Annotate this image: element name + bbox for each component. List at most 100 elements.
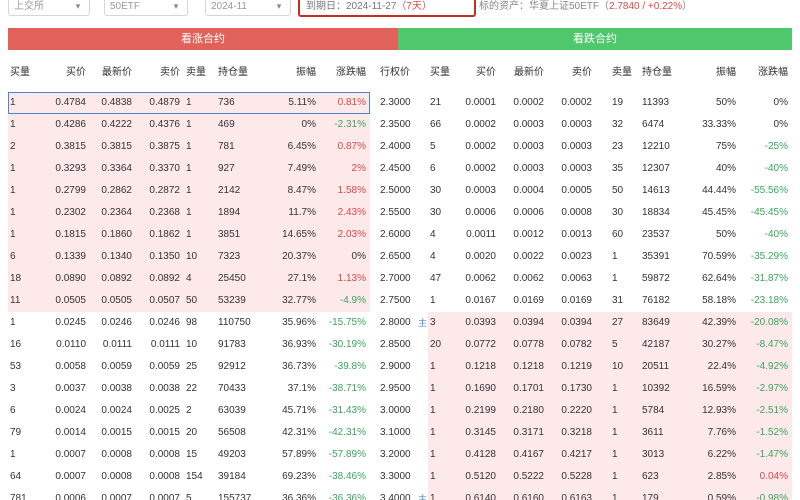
put-row[interactable]: 1 0.2199 0.2180 0.2220 1 5784 12.93% -2.51%: [428, 400, 792, 422]
put-ask-vol: 31: [612, 295, 624, 306]
put-open-interest: 10392: [642, 383, 670, 394]
put-bid-vol: 1: [430, 295, 436, 306]
month-select-value: 2024-11: [211, 1, 247, 12]
put-row[interactable]: 21 0.0001 0.0002 0.0002 19 11393 50% 0%: [428, 92, 792, 114]
call-bid-vol: 1: [10, 449, 16, 460]
strike-cell: 2.7000: [376, 268, 430, 290]
call-bid: 0.1815: [55, 229, 86, 240]
call-row[interactable]: 1 0.2799 0.2862 0.2872 1 2142 8.47% 1.58%: [8, 180, 370, 202]
call-bid: 0.0110: [56, 339, 86, 350]
put-open-interest: 623: [642, 471, 659, 482]
put-ask: 0.0169: [561, 295, 592, 306]
call-last: 0.0015: [101, 427, 132, 438]
call-row[interactable]: 781 0.0006 0.0007 0.0007 5 155737 36.36% -36.36…: [8, 488, 370, 500]
call-open-interest: 92912: [218, 361, 246, 372]
put-row[interactable]: 1 0.1218 0.1218 0.1219 10 20511 22.4% -4.92%: [428, 356, 792, 378]
call-bid-vol: 6: [10, 405, 16, 416]
put-row[interactable]: 5 0.0002 0.0003 0.0003 23 12210 75% -25%: [428, 136, 792, 158]
call-row[interactable]: 6 0.1339 0.1340 0.1350 10 7323 20.37% 0%: [8, 246, 370, 268]
call-row[interactable]: 1 0.1815 0.1860 0.1862 1 3851 14.65% 2.03%: [8, 224, 370, 246]
market-select[interactable]: 上交所 ▾: [8, 0, 90, 16]
call-amplitude: 20.37%: [282, 251, 316, 262]
call-bid: 0.0024: [55, 405, 86, 416]
put-amplitude: 7.76%: [707, 427, 736, 438]
put-row[interactable]: 20 0.0772 0.0778 0.0782 5 42187 30.27% -8.47%: [428, 334, 792, 356]
strike-cell: 2.6000: [376, 224, 430, 246]
put-change: -35.29%: [750, 251, 788, 262]
strike-price: 2.6000: [380, 229, 411, 240]
month-select[interactable]: 2024-11 ▾: [205, 0, 291, 16]
call-row[interactable]: 16 0.0110 0.0111 0.0111 10 91783 36.93% -30.19%: [8, 334, 370, 356]
underlying-close-paren: ）: [682, 1, 693, 12]
call-header-bid-vol: 买量: [10, 67, 30, 78]
put-bid: 0.4128: [465, 449, 496, 460]
call-header-amplitude: 振幅: [296, 67, 316, 78]
call-row[interactable]: 79 0.0014 0.0015 0.0015 20 56508 42.31% -42.31%: [8, 422, 370, 444]
main-contract-marker: 主: [418, 494, 428, 500]
put-row[interactable]: 1 0.0167 0.0169 0.0169 31 76182 58.18% -23.18%: [428, 290, 792, 312]
put-bid-vol: 1: [430, 405, 436, 416]
put-row[interactable]: 1 0.4128 0.4167 0.4217 1 3013 6.22% -1.47%: [428, 444, 792, 466]
put-bid: 0.0006: [465, 207, 496, 218]
call-row[interactable]: 53 0.0058 0.0059 0.0059 25 92912 36.73% -39.8%: [8, 356, 370, 378]
put-bid-vol: 47: [430, 273, 442, 284]
put-ask: 0.4217: [561, 449, 592, 460]
put-row[interactable]: 1 0.6140 0.6160 0.6163 1 179 0.59% -0.98%: [428, 488, 792, 500]
call-bid: 0.0245: [55, 317, 86, 328]
put-row[interactable]: 6 0.0002 0.0003 0.0003 35 12307 40% -40%: [428, 158, 792, 180]
put-last: 0.0394: [513, 317, 544, 328]
call-change: 2.03%: [337, 229, 366, 240]
call-row[interactable]: 1 0.3293 0.3364 0.3370 1 927 7.49% 2%: [8, 158, 370, 180]
call-bid: 0.0007: [55, 449, 86, 460]
etf-select[interactable]: 50ETF ▾: [104, 0, 188, 16]
put-ask: 0.5228: [561, 471, 592, 482]
put-bid: 0.0002: [465, 163, 496, 174]
underlying-asset-info: 标的资产：华夏上证50ETF（2.7840 / +0.22%）: [479, 0, 692, 13]
call-last: 0.0505: [101, 295, 132, 306]
call-last: 0.0024: [101, 405, 132, 416]
put-open-interest: 23537: [642, 229, 670, 240]
call-ask-vol: 2: [186, 405, 192, 416]
put-row[interactable]: 3 0.0393 0.0394 0.0394 27 83649 42.39% -20.08%: [428, 312, 792, 334]
put-bid: 0.0020: [465, 251, 496, 262]
put-row[interactable]: 47 0.0062 0.0062 0.0063 1 59872 62.64% -31.87%: [428, 268, 792, 290]
call-row[interactable]: 1 0.0007 0.0008 0.0008 15 49203 57.89% -57.89%: [8, 444, 370, 466]
put-ask: 0.3218: [561, 427, 592, 438]
strike-cell: 2.8000 主: [376, 312, 430, 334]
put-row[interactable]: 4 0.0011 0.0012 0.0013 60 23537 50% -40%: [428, 224, 792, 246]
call-row[interactable]: 1 0.4784 0.4838 0.4879 1 736 5.11% 0.81%: [8, 92, 370, 114]
call-row[interactable]: 3 0.0037 0.0038 0.0038 22 70433 37.1% -38.71%: [8, 378, 370, 400]
put-row[interactable]: 66 0.0002 0.0003 0.0003 32 6474 33.33% 0%: [428, 114, 792, 136]
put-ask: 0.0013: [561, 229, 592, 240]
call-change: -31.43%: [328, 405, 366, 416]
call-open-interest: 56508: [218, 427, 246, 438]
put-ask-vol: 30: [612, 207, 624, 218]
call-ask-vol: 10: [186, 339, 198, 350]
put-ask-vol: 50: [612, 185, 624, 196]
put-change: -25%: [764, 141, 788, 152]
call-open-interest: 25450: [218, 273, 246, 284]
call-row[interactable]: 1 0.0245 0.0246 0.0246 98 110750 35.96% -15.75%: [8, 312, 370, 334]
call-row[interactable]: 64 0.0007 0.0008 0.0008 154 39184 69.23% -38.46…: [8, 466, 370, 488]
call-bid-vol: 6: [10, 251, 16, 262]
call-bid: 0.0037: [55, 383, 86, 394]
call-row[interactable]: 1 0.2302 0.2364 0.2368 1 1894 11.7% 2.43%: [8, 202, 370, 224]
put-row[interactable]: 1 0.1690 0.1701 0.1730 1 10392 16.59% -2.97%: [428, 378, 792, 400]
put-header-change: 涨跌幅: [758, 67, 788, 78]
call-row[interactable]: 11 0.0505 0.0505 0.0507 50 53239 32.77% -4.9%: [8, 290, 370, 312]
call-row[interactable]: 2 0.3815 0.3815 0.3875 1 781 6.45% 0.87%: [8, 136, 370, 158]
put-row[interactable]: 30 0.0003 0.0004 0.0005 50 14613 44.44% -55.56%: [428, 180, 792, 202]
put-change: -40%: [764, 163, 788, 174]
call-change: -15.75%: [328, 317, 366, 328]
put-open-interest: 18834: [642, 207, 670, 218]
call-row[interactable]: 6 0.0024 0.0024 0.0025 2 63039 45.71% -31.43%: [8, 400, 370, 422]
put-ask-vol: 1: [612, 427, 618, 438]
call-ask: 0.4376: [149, 119, 180, 130]
put-row[interactable]: 30 0.0006 0.0006 0.0008 30 18834 45.45% -45.45%: [428, 202, 792, 224]
call-row[interactable]: 1 0.4286 0.4222 0.4376 1 469 0% -2.31%: [8, 114, 370, 136]
put-row[interactable]: 4 0.0020 0.0022 0.0023 1 35391 70.59% -35.29%: [428, 246, 792, 268]
put-row[interactable]: 1 0.5120 0.5222 0.5228 1 623 2.85% 0.04%: [428, 466, 792, 488]
call-row[interactable]: 18 0.0890 0.0892 0.0892 4 25450 27.1% 1.13%: [8, 268, 370, 290]
put-bid: 0.3145: [465, 427, 496, 438]
put-row[interactable]: 1 0.3145 0.3171 0.3218 1 3611 7.76% -1.52%: [428, 422, 792, 444]
